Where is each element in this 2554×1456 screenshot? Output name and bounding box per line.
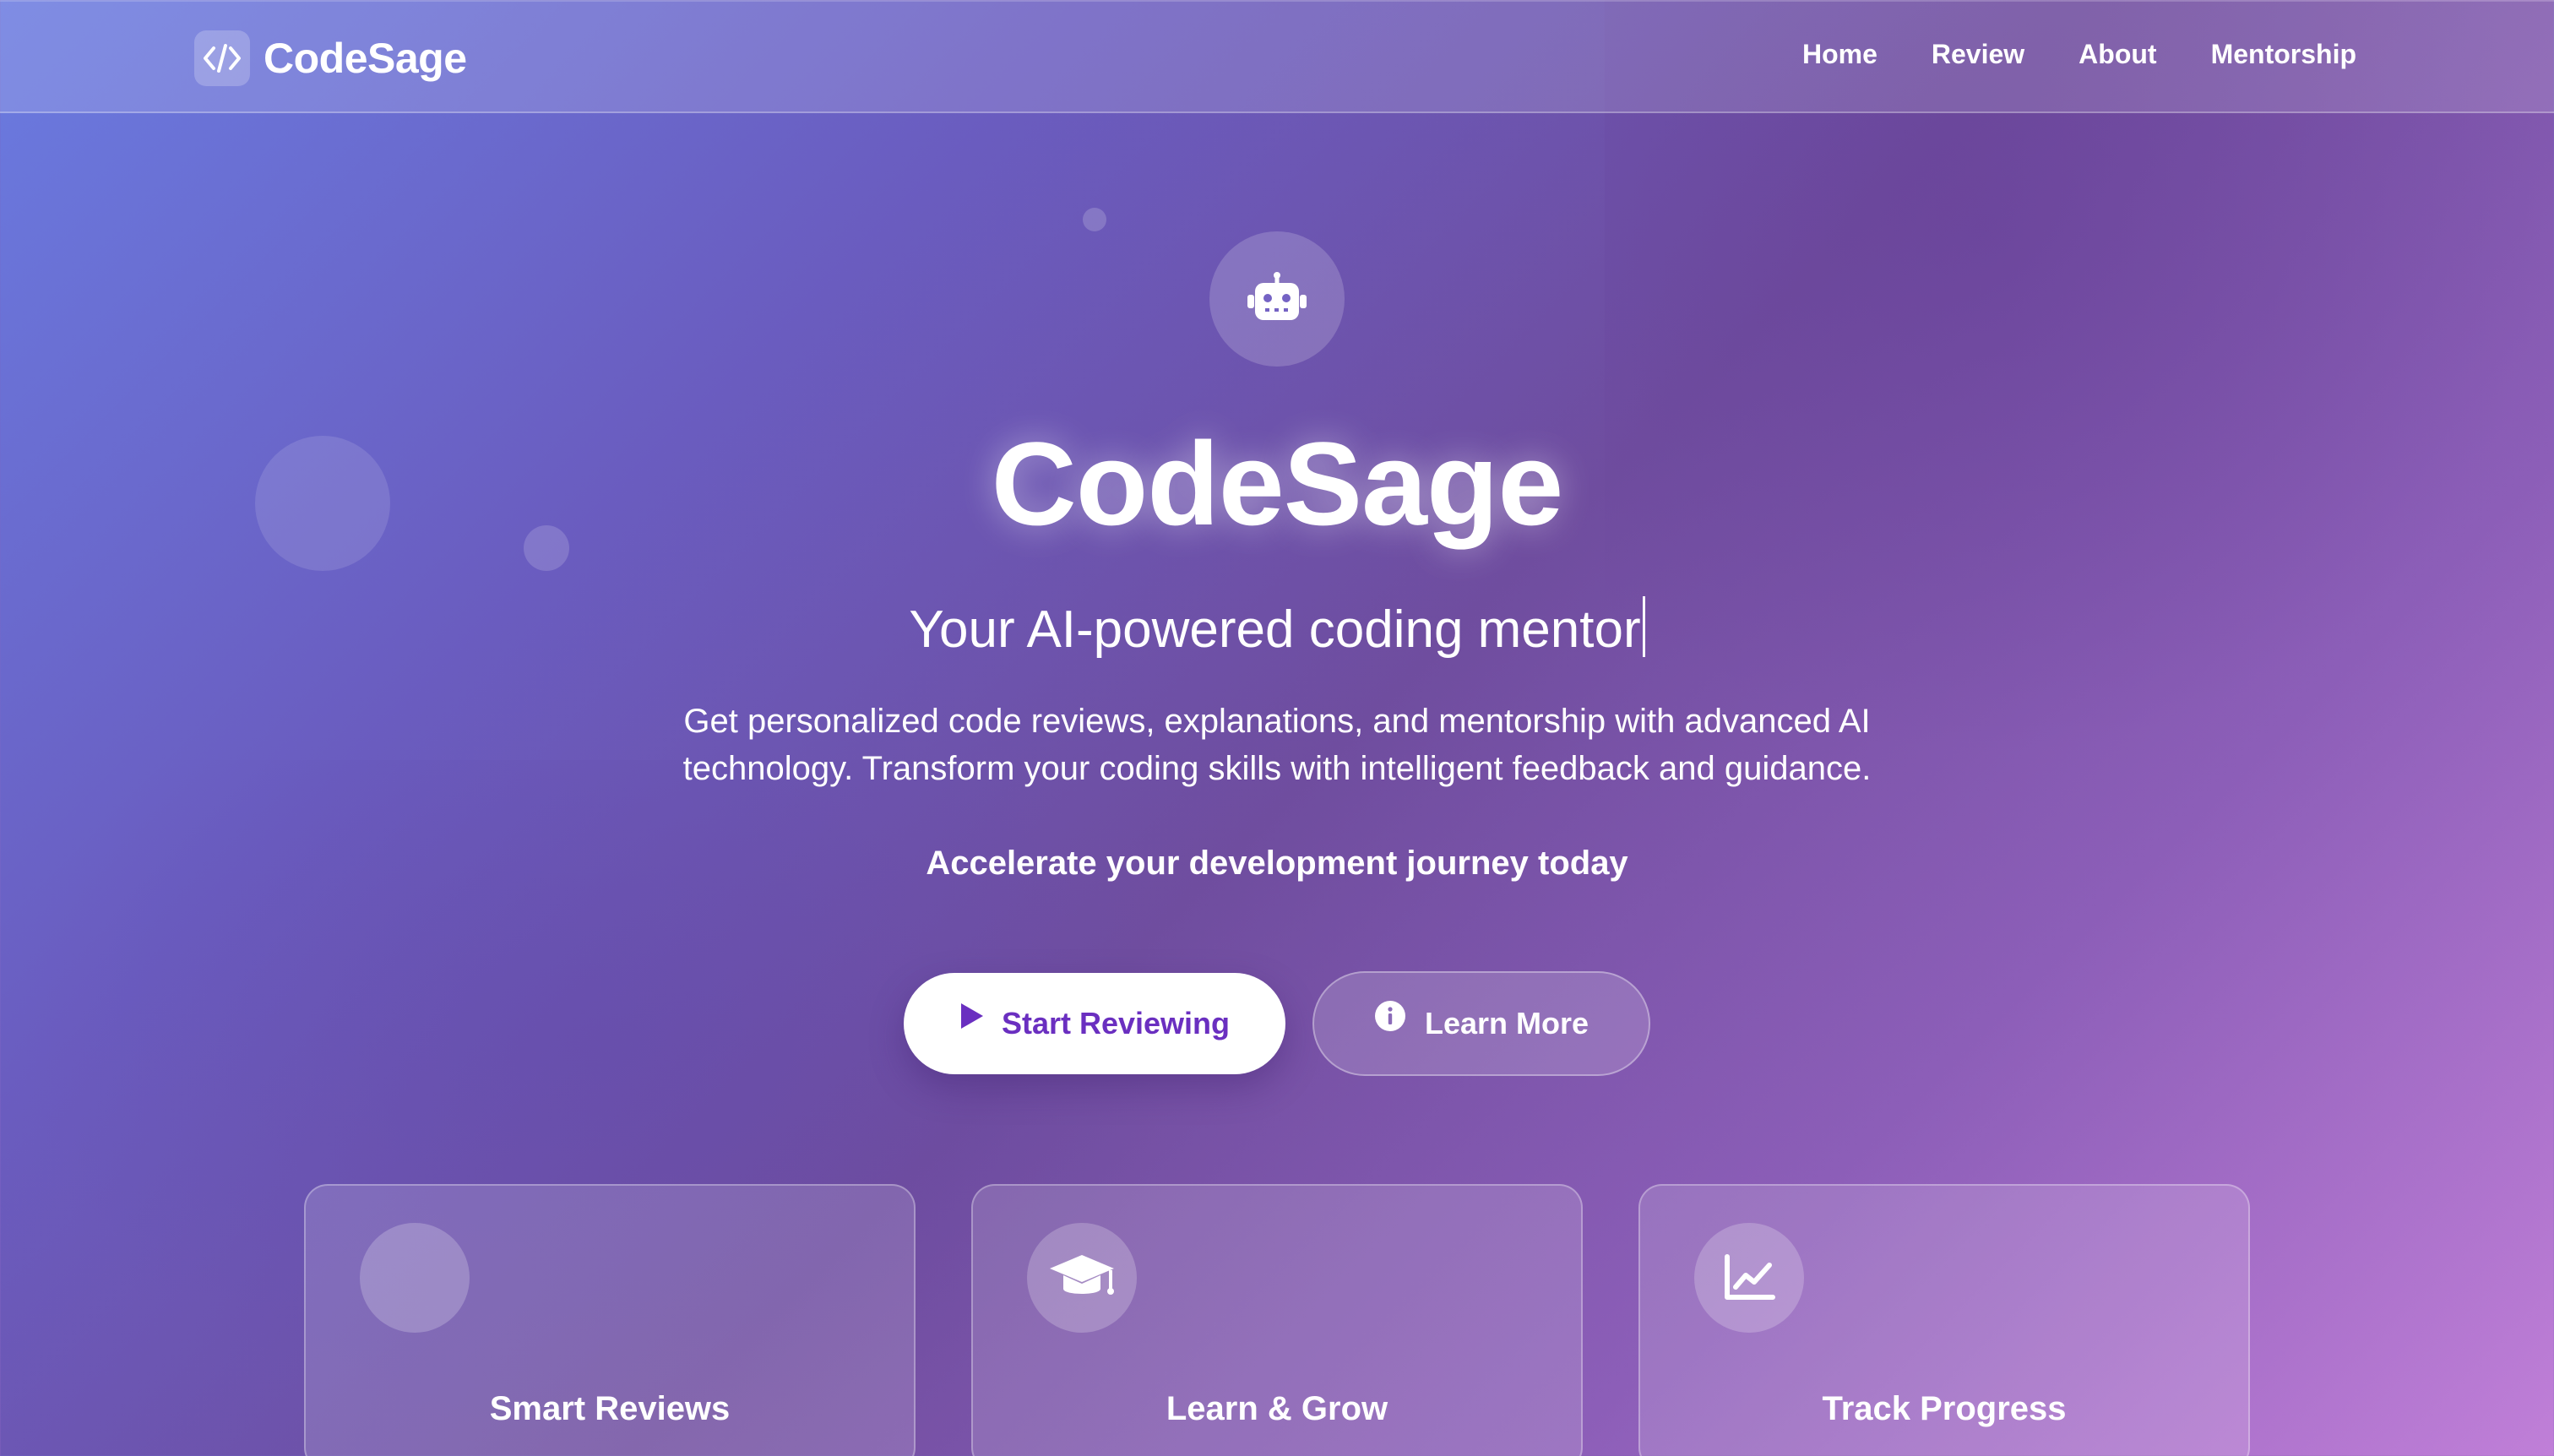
- info-icon: [1374, 1001, 1405, 1031]
- learn-more-label: Learn More: [1424, 1006, 1589, 1040]
- code-brackets-icon: [194, 30, 250, 86]
- nav-link-about[interactable]: About: [2079, 39, 2156, 70]
- feature-card-title: Track Progress: [1822, 1390, 2067, 1427]
- start-reviewing-button[interactable]: Start Reviewing: [904, 973, 1285, 1074]
- feature-card-title: Smart Reviews: [489, 1390, 731, 1427]
- feature-card-track-progress[interactable]: Track Progress: [1638, 1184, 2250, 1456]
- robot-icon: [1209, 231, 1345, 367]
- nav-link-home[interactable]: Home: [1802, 39, 1877, 70]
- play-icon: [960, 1003, 983, 1029]
- typing-caret: [1642, 596, 1645, 657]
- learn-more-button[interactable]: Learn More: [1312, 971, 1650, 1076]
- brand[interactable]: CodeSage: [194, 30, 467, 86]
- feature-card-smart-reviews[interactable]: Smart Reviews: [304, 1184, 916, 1456]
- hero-subtitle: Your AI-powered coding mentor: [0, 596, 2554, 660]
- brand-name: CodeSage: [264, 35, 467, 82]
- nav-link-mentorship[interactable]: Mentorship: [2211, 39, 2356, 70]
- feature-icon-placeholder: [360, 1223, 470, 1333]
- graduation-cap-icon: [1027, 1223, 1137, 1333]
- feature-card-title: Learn & Grow: [1166, 1390, 1388, 1427]
- hero-tagline: Accelerate your development journey toda…: [926, 845, 1628, 882]
- hero-title: CodeSage: [991, 417, 1564, 550]
- nav-links: Home Review About Mentorship: [1802, 39, 2356, 70]
- nav-link-review[interactable]: Review: [1932, 39, 2024, 70]
- navbar: CodeSage Home Review About Mentorship: [0, 0, 2554, 113]
- line-chart-icon: [1694, 1223, 1804, 1333]
- feature-card-learn-grow[interactable]: Learn & Grow: [971, 1184, 1583, 1456]
- start-reviewing-label: Start Reviewing: [1001, 1006, 1231, 1040]
- hero-description: Get personalized code reviews, explanati…: [682, 703, 1872, 787]
- decorative-bubble: [1083, 208, 1106, 231]
- hero-subtitle-text: Your AI-powered coding mentor: [909, 600, 1641, 659]
